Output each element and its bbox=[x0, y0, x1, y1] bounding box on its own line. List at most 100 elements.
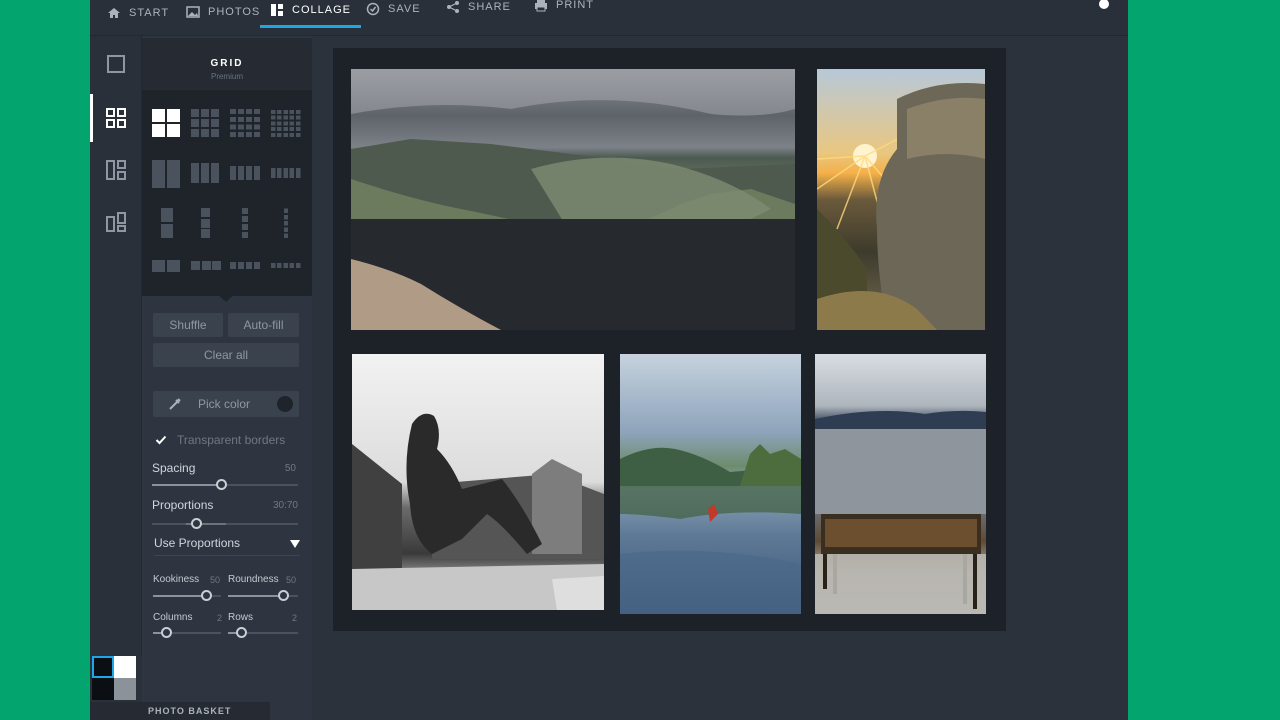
panel-title: GRID bbox=[210, 58, 244, 69]
kookiness-slider-handle[interactable] bbox=[201, 590, 212, 601]
proportions-slider[interactable] bbox=[152, 518, 298, 529]
tab-collage[interactable]: COLLAGE bbox=[260, 0, 361, 28]
single-frame-icon bbox=[107, 55, 125, 73]
columns-slider-handle[interactable] bbox=[161, 627, 172, 638]
columns-slider[interactable] bbox=[153, 627, 221, 638]
tab-start[interactable]: START bbox=[107, 0, 169, 31]
photo-lake-reflection[interactable] bbox=[620, 354, 801, 614]
layout-5-row[interactable] bbox=[284, 208, 288, 238]
proportions-value: 30:70 bbox=[272, 500, 298, 511]
tab-collage-label: COLLAGE bbox=[292, 4, 351, 16]
layout-3-row[interactable] bbox=[201, 208, 210, 238]
clear-all-button[interactable]: Clear all bbox=[153, 343, 299, 367]
spacing-slider[interactable] bbox=[152, 479, 298, 490]
roundness-slider[interactable] bbox=[228, 590, 298, 601]
tool-rail bbox=[90, 36, 142, 656]
tab-print[interactable]: PRINT bbox=[534, 0, 594, 23]
check-circle-icon bbox=[366, 2, 380, 16]
layout-2-row[interactable] bbox=[161, 208, 173, 238]
tab-photos[interactable]: PHOTOS bbox=[186, 0, 260, 30]
rail-single-frame[interactable] bbox=[90, 38, 142, 90]
layout-3-col[interactable] bbox=[191, 163, 219, 183]
autofill-button[interactable]: Auto-fill bbox=[228, 313, 299, 337]
layout-4-col[interactable] bbox=[230, 166, 260, 180]
layout-picker bbox=[142, 90, 312, 302]
roundness-label: Roundness bbox=[228, 574, 279, 585]
transparent-borders-label: Transparent borders bbox=[177, 433, 286, 447]
tab-photos-label: PHOTOS bbox=[208, 6, 261, 18]
kookiness-value: 50 bbox=[210, 575, 221, 585]
layout-5x5[interactable] bbox=[271, 109, 301, 137]
collage-board bbox=[333, 48, 1006, 631]
spacing-slider-handle[interactable] bbox=[216, 479, 227, 490]
layout-strip-3[interactable] bbox=[191, 261, 221, 270]
columns-label: Columns bbox=[153, 612, 193, 623]
use-proportions-label: Use Proportions bbox=[154, 536, 241, 550]
rail-mosaic[interactable] bbox=[90, 144, 142, 196]
tab-share-label: SHARE bbox=[468, 1, 511, 13]
layout-5-col[interactable] bbox=[271, 168, 301, 178]
proportions-slider-handle[interactable] bbox=[191, 518, 202, 529]
freestyle-icon bbox=[106, 212, 126, 232]
fjord-image bbox=[351, 69, 795, 330]
layout-4-row[interactable] bbox=[242, 208, 248, 238]
rail-freestyle[interactable] bbox=[90, 196, 142, 248]
transparent-borders-row[interactable]: Transparent borders bbox=[155, 433, 285, 447]
photo-woman-reading[interactable] bbox=[352, 354, 604, 610]
rail-grid[interactable] bbox=[90, 92, 142, 144]
swatch-white[interactable] bbox=[114, 656, 136, 678]
layout-strip-4[interactable] bbox=[230, 262, 260, 269]
home-icon bbox=[108, 8, 120, 18]
printer-icon bbox=[535, 0, 547, 12]
sunset-rock-image bbox=[817, 83, 985, 330]
photo-bench[interactable] bbox=[815, 354, 986, 614]
spacing-value: 50 bbox=[284, 463, 296, 474]
panel-header: GRID Premium bbox=[142, 38, 312, 90]
tab-print-label: PRINT bbox=[556, 0, 594, 11]
roundness-slider-handle[interactable] bbox=[278, 590, 289, 601]
proportions-label: Proportions bbox=[152, 498, 214, 512]
user-status-dot[interactable] bbox=[1099, 0, 1109, 9]
dropdown-arrow-icon bbox=[290, 540, 300, 548]
columns-value: 2 bbox=[217, 613, 223, 623]
rows-slider[interactable] bbox=[228, 627, 298, 638]
shuffle-button[interactable]: Shuffle bbox=[153, 313, 223, 337]
photo-basket-tab[interactable]: PHOTO BASKET bbox=[90, 702, 270, 720]
tab-start-label: START bbox=[129, 7, 170, 19]
layout-2x2[interactable] bbox=[152, 109, 180, 137]
checkbox-checked-icon[interactable] bbox=[155, 434, 167, 446]
layout-strip-5[interactable] bbox=[271, 263, 301, 268]
tab-save-label: SAVE bbox=[388, 3, 421, 15]
tab-share[interactable]: SHARE bbox=[446, 0, 511, 25]
layout-4x4[interactable] bbox=[230, 109, 260, 137]
current-color-swatch bbox=[277, 396, 293, 412]
picker-pointer-icon bbox=[217, 294, 235, 302]
rows-value: 2 bbox=[292, 613, 298, 623]
collage-canvas bbox=[312, 36, 1128, 720]
pick-color-label: Pick color bbox=[198, 397, 251, 411]
panel-subtitle: Premium bbox=[210, 72, 243, 81]
photo-sunset-rock[interactable] bbox=[817, 69, 985, 330]
kookiness-slider[interactable] bbox=[153, 590, 221, 601]
swatch-black-selected[interactable] bbox=[92, 656, 114, 678]
photo-fjord[interactable] bbox=[351, 69, 795, 330]
share-icon bbox=[447, 1, 459, 13]
woman-reading-image bbox=[352, 413, 604, 610]
image-icon bbox=[186, 6, 200, 18]
use-proportions-dropdown[interactable]: Use Proportions bbox=[154, 536, 300, 556]
eyedropper-icon bbox=[169, 398, 181, 410]
roundness-value: 50 bbox=[286, 575, 297, 585]
rows-label: Rows bbox=[228, 612, 254, 623]
lake-reflection-image bbox=[620, 444, 801, 614]
tab-save[interactable]: SAVE bbox=[366, 0, 421, 27]
kookiness-label: Kookiness bbox=[153, 574, 200, 585]
rows-slider-handle[interactable] bbox=[236, 627, 247, 638]
layout-2-col[interactable] bbox=[152, 160, 180, 188]
swatch-dark[interactable] bbox=[92, 678, 114, 700]
photo-basket-label: PHOTO BASKET bbox=[148, 706, 232, 716]
layout-3x3[interactable] bbox=[191, 109, 219, 137]
top-toolbar: START PHOTOS COLLAGE SAVE SHARE PRINT bbox=[90, 0, 1128, 36]
layout-strip-2[interactable] bbox=[152, 260, 180, 272]
swatch-gray[interactable] bbox=[114, 678, 136, 700]
pick-color-button[interactable]: Pick color bbox=[153, 391, 299, 417]
